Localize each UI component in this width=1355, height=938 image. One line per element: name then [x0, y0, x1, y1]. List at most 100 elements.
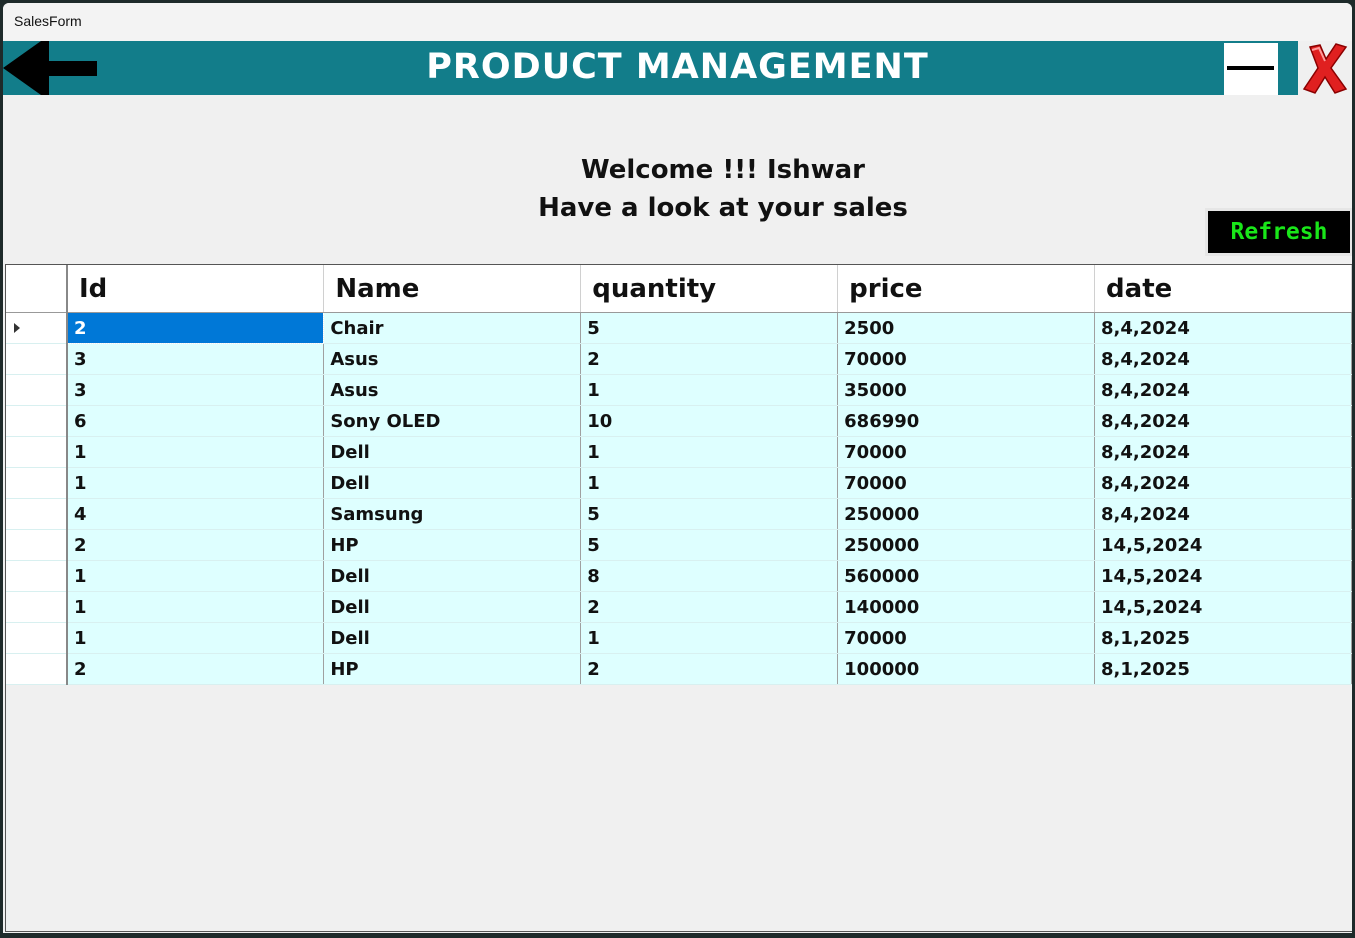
cell-id[interactable]: 1 — [66, 560, 325, 592]
sales-data-grid[interactable]: Id Name quantity price date 2 Chair 5 2500 8… — [5, 264, 1352, 932]
cell-price[interactable]: 140000 — [837, 591, 1096, 623]
cell-name[interactable]: Asus — [323, 374, 582, 406]
column-header-id[interactable]: Id — [66, 265, 325, 313]
row-header[interactable] — [6, 312, 68, 344]
cell-date[interactable]: 8,4,2024 — [1094, 498, 1352, 530]
cell-date[interactable]: 8,4,2024 — [1094, 436, 1352, 468]
cell-price[interactable]: 250000 — [837, 498, 1096, 530]
cell-name[interactable]: Dell — [323, 591, 582, 623]
cell-date[interactable]: 8,4,2024 — [1094, 467, 1352, 499]
cell-quantity[interactable]: 5 — [580, 312, 839, 344]
header-bar: PRODUCT MANAGEMENT — [3, 41, 1352, 95]
table-row[interactable]: 3 Asus 2 70000 8,4,2024 — [6, 343, 1352, 375]
minimize-button[interactable] — [1224, 43, 1278, 95]
title-bar: SalesForm — [3, 3, 1352, 41]
cell-date[interactable]: 14,5,2024 — [1094, 591, 1352, 623]
cell-name[interactable]: HP — [323, 529, 582, 561]
cell-quantity[interactable]: 2 — [580, 343, 839, 375]
cell-quantity[interactable]: 1 — [580, 622, 839, 654]
refresh-button[interactable]: Refresh — [1205, 208, 1352, 256]
cell-quantity[interactable]: 1 — [580, 374, 839, 406]
cell-price[interactable]: 70000 — [837, 622, 1096, 654]
table-row[interactable]: 4 Samsung 5 250000 8,4,2024 — [6, 498, 1352, 530]
cell-price[interactable]: 560000 — [837, 560, 1096, 592]
cell-quantity[interactable]: 8 — [580, 560, 839, 592]
cell-date[interactable]: 8,1,2025 — [1094, 653, 1352, 685]
sales-table: Id Name quantity price date 2 Chair 5 2500 8… — [6, 265, 1352, 685]
cell-id[interactable]: 2 — [66, 312, 325, 344]
cell-id[interactable]: 2 — [66, 653, 325, 685]
row-header[interactable] — [6, 343, 68, 375]
back-button[interactable] — [3, 41, 99, 95]
row-header[interactable] — [6, 498, 68, 530]
cell-date[interactable]: 14,5,2024 — [1094, 560, 1352, 592]
cell-name[interactable]: Chair — [323, 312, 582, 344]
cell-name[interactable]: Dell — [323, 622, 582, 654]
cell-price[interactable]: 35000 — [837, 374, 1096, 406]
cell-date[interactable]: 8,4,2024 — [1094, 343, 1352, 375]
row-header[interactable] — [6, 622, 68, 654]
cell-id[interactable]: 6 — [66, 405, 325, 437]
table-row[interactable]: 6 Sony OLED 10 686990 8,4,2024 — [6, 405, 1352, 437]
cell-quantity[interactable]: 1 — [580, 436, 839, 468]
row-header[interactable] — [6, 653, 68, 685]
window-title: SalesForm — [14, 13, 82, 29]
column-header-date[interactable]: date — [1094, 265, 1352, 313]
cell-quantity[interactable]: 10 — [580, 405, 839, 437]
cell-quantity[interactable]: 5 — [580, 529, 839, 561]
cell-id[interactable]: 1 — [66, 622, 325, 654]
cell-id[interactable]: 1 — [66, 436, 325, 468]
table-row[interactable]: 1 Dell 1 70000 8,1,2025 — [6, 622, 1352, 654]
cell-name[interactable]: Sony OLED — [323, 405, 582, 437]
table-row[interactable]: 1 Dell 2 140000 14,5,2024 — [6, 591, 1352, 623]
cell-id[interactable]: 1 — [66, 591, 325, 623]
row-header[interactable] — [6, 560, 68, 592]
close-button[interactable] — [1298, 41, 1352, 95]
cell-quantity[interactable]: 2 — [580, 591, 839, 623]
cell-quantity[interactable]: 5 — [580, 498, 839, 530]
cell-id[interactable]: 3 — [66, 374, 325, 406]
column-header-quantity[interactable]: quantity — [580, 265, 839, 313]
row-header[interactable] — [6, 467, 68, 499]
table-row[interactable]: 1 Dell 1 70000 8,4,2024 — [6, 467, 1352, 499]
cell-name[interactable]: Dell — [323, 560, 582, 592]
cell-name[interactable]: Asus — [323, 343, 582, 375]
cell-date[interactable]: 8,4,2024 — [1094, 312, 1352, 344]
row-header[interactable] — [6, 436, 68, 468]
table-row[interactable]: 2 Chair 5 2500 8,4,2024 — [6, 312, 1352, 344]
table-header-row: Id Name quantity price date — [6, 265, 1352, 313]
cell-price[interactable]: 70000 — [837, 343, 1096, 375]
cell-name[interactable]: Dell — [323, 467, 582, 499]
table-row[interactable]: 1 Dell 8 560000 14,5,2024 — [6, 560, 1352, 592]
row-header[interactable] — [6, 529, 68, 561]
cell-id[interactable]: 1 — [66, 467, 325, 499]
table-row[interactable]: 3 Asus 1 35000 8,4,2024 — [6, 374, 1352, 406]
cell-date[interactable]: 8,4,2024 — [1094, 374, 1352, 406]
cell-quantity[interactable]: 1 — [580, 467, 839, 499]
table-row[interactable]: 2 HP 5 250000 14,5,2024 — [6, 529, 1352, 561]
cell-name[interactable]: Dell — [323, 436, 582, 468]
cell-id[interactable]: 4 — [66, 498, 325, 530]
cell-date[interactable]: 14,5,2024 — [1094, 529, 1352, 561]
cell-id[interactable]: 2 — [66, 529, 325, 561]
cell-price[interactable]: 2500 — [837, 312, 1096, 344]
cell-quantity[interactable]: 2 — [580, 653, 839, 685]
cell-date[interactable]: 8,1,2025 — [1094, 622, 1352, 654]
cell-name[interactable]: Samsung — [323, 498, 582, 530]
column-header-name[interactable]: Name — [323, 265, 582, 313]
table-row[interactable]: 2 HP 2 100000 8,1,2025 — [6, 653, 1352, 685]
cell-price[interactable]: 250000 — [837, 529, 1096, 561]
column-header-price[interactable]: price — [837, 265, 1096, 313]
row-header[interactable] — [6, 374, 68, 406]
row-header[interactable] — [6, 591, 68, 623]
table-row[interactable]: 1 Dell 1 70000 8,4,2024 — [6, 436, 1352, 468]
cell-name[interactable]: HP — [323, 653, 582, 685]
row-header-corner[interactable] — [6, 265, 68, 313]
cell-price[interactable]: 70000 — [837, 467, 1096, 499]
cell-price[interactable]: 686990 — [837, 405, 1096, 437]
cell-price[interactable]: 100000 — [837, 653, 1096, 685]
cell-id[interactable]: 3 — [66, 343, 325, 375]
cell-price[interactable]: 70000 — [837, 436, 1096, 468]
row-header[interactable] — [6, 405, 68, 437]
cell-date[interactable]: 8,4,2024 — [1094, 405, 1352, 437]
